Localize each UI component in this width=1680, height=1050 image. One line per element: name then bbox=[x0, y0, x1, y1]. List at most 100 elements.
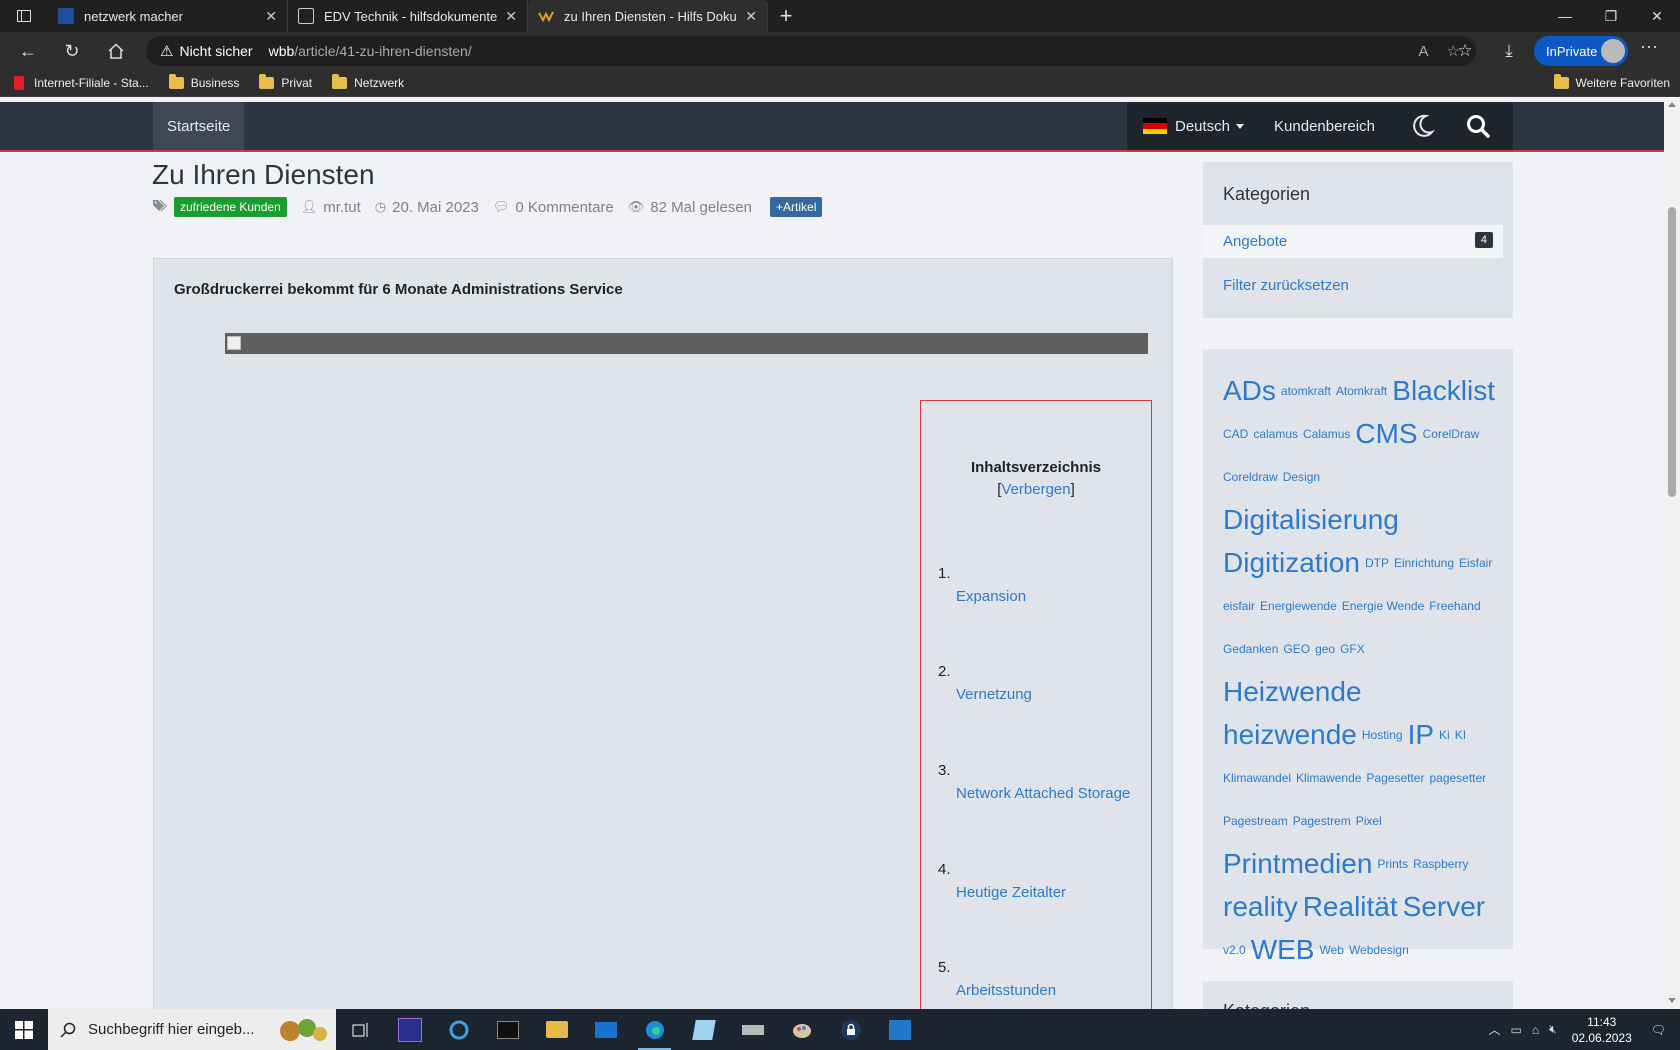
tag-link[interactable]: ADs bbox=[1223, 376, 1276, 405]
tag-link[interactable]: Ki bbox=[1439, 729, 1450, 741]
back-icon[interactable]: ← bbox=[6, 41, 50, 62]
tag-link[interactable]: Atomkraft bbox=[1336, 385, 1387, 397]
tag-link[interactable]: calamus bbox=[1253, 428, 1298, 440]
tag-link[interactable]: geo bbox=[1315, 643, 1335, 655]
toc-link[interactable]: Heutige Zeitalter bbox=[956, 884, 1066, 901]
tag-link[interactable]: Printmedien bbox=[1223, 849, 1372, 878]
tab-actions-icon[interactable] bbox=[0, 0, 48, 32]
clock[interactable]: 11:43 02.06.2023 bbox=[1572, 1014, 1632, 1046]
tag-link[interactable]: Klimawende bbox=[1296, 772, 1361, 784]
tag-link[interactable]: Digitization bbox=[1223, 548, 1360, 577]
restore-icon[interactable]: ❐ bbox=[1588, 0, 1634, 32]
scanner-icon[interactable] bbox=[728, 1009, 777, 1050]
tag-link[interactable]: Eisfair bbox=[1459, 557, 1492, 569]
tag-link[interactable]: CMS bbox=[1355, 419, 1417, 448]
tag-link[interactable]: Prints bbox=[1377, 858, 1408, 870]
tag-link[interactable]: Freehand bbox=[1429, 600, 1480, 612]
bookmark-folder[interactable]: Netzwerk bbox=[332, 74, 404, 90]
tag-link[interactable]: Klimawandel bbox=[1223, 772, 1291, 784]
read-aloud-icon[interactable]: A bbox=[1419, 43, 1429, 60]
browser-tab[interactable]: EDV Technik - hilfsdokumente.de ✕ bbox=[288, 0, 528, 32]
other-favorites[interactable]: Weitere Favoriten bbox=[1553, 74, 1670, 90]
cortana-icon[interactable] bbox=[434, 1009, 483, 1050]
tag-link[interactable]: Coreldraw bbox=[1223, 471, 1278, 483]
mail-icon[interactable] bbox=[581, 1009, 630, 1050]
tag-link[interactable]: CAD bbox=[1223, 428, 1248, 440]
home-icon[interactable] bbox=[94, 42, 138, 60]
tag-link[interactable]: GFX bbox=[1340, 643, 1365, 655]
tag-link[interactable]: Pagestream bbox=[1223, 815, 1288, 827]
toc-link[interactable]: Network Attached Storage bbox=[956, 785, 1130, 802]
article-comments[interactable]: 💬︎ 0 Kommentare bbox=[493, 199, 614, 216]
close-tab-icon[interactable]: ✕ bbox=[505, 8, 517, 25]
tag-link[interactable]: Digitalisierung bbox=[1223, 505, 1399, 534]
tag-link[interactable]: heizwende bbox=[1223, 720, 1357, 749]
language-selector[interactable]: Deutsch bbox=[1175, 118, 1245, 135]
tag-link[interactable]: Energie Wende bbox=[1342, 600, 1425, 612]
tag-link[interactable]: WEB bbox=[1251, 935, 1315, 964]
terminal-icon[interactable] bbox=[483, 1009, 532, 1050]
chevron-up-icon[interactable]: ︿ bbox=[1489, 1021, 1501, 1038]
edge-icon[interactable] bbox=[630, 1009, 679, 1050]
tag-link[interactable]: Heizwende bbox=[1223, 677, 1362, 706]
tag-link[interactable]: reality bbox=[1223, 892, 1298, 921]
customer-area-link[interactable]: Kundenbereich bbox=[1274, 118, 1375, 135]
category-item[interactable]: Angebote 4 bbox=[1203, 225, 1503, 258]
volume-muted-icon[interactable]: 🔇︎ bbox=[1549, 1022, 1557, 1037]
toc-link[interactable]: Expansion bbox=[956, 588, 1026, 605]
tag-link[interactable]: Raspberry bbox=[1413, 858, 1468, 870]
tag-link[interactable]: Pixel bbox=[1356, 815, 1382, 827]
scroll-down-icon[interactable] bbox=[1668, 998, 1676, 1003]
notepad-icon[interactable] bbox=[679, 1009, 728, 1050]
tag-link[interactable]: DTP bbox=[1365, 557, 1389, 569]
scroll-thumb[interactable] bbox=[1668, 207, 1676, 497]
network-icon[interactable]: ⌂ bbox=[1532, 1023, 1539, 1037]
inprivate-button[interactable]: InPrivate bbox=[1534, 36, 1628, 66]
tag-link[interactable]: Pagesetter bbox=[1366, 772, 1424, 784]
tag-link[interactable]: atomkraft bbox=[1281, 385, 1331, 397]
tag-link[interactable]: IP bbox=[1408, 720, 1434, 749]
tag-link[interactable]: Blacklist bbox=[1392, 376, 1495, 405]
tag-link[interactable]: Realität bbox=[1303, 892, 1398, 921]
new-tab-icon[interactable]: + bbox=[768, 0, 804, 32]
toc-hide-link[interactable]: Verbergen bbox=[1001, 481, 1070, 498]
bookmark-folder[interactable]: Privat bbox=[259, 74, 312, 90]
tag-link[interactable]: Energiewende bbox=[1260, 600, 1337, 612]
refresh-icon[interactable]: ↻ bbox=[50, 41, 94, 62]
more-icon[interactable]: ··· bbox=[1640, 36, 1658, 57]
favorites-icon[interactable]: ☆ bbox=[1450, 36, 1480, 66]
file-explorer-icon[interactable] bbox=[532, 1009, 581, 1050]
tag-badge[interactable]: zufriedene Kunden bbox=[174, 197, 287, 217]
tag-link[interactable]: Pagestrem bbox=[1293, 815, 1351, 827]
address-bar[interactable]: ⚠ Nicht sicher wbb /article/41-zu-ihren-… bbox=[146, 36, 1476, 66]
page-scrollbar[interactable] bbox=[1664, 97, 1680, 1009]
bookmark-item[interactable]: Internet-Filiale - Sta... bbox=[14, 76, 149, 90]
search-icon[interactable] bbox=[1465, 113, 1491, 139]
add-article-button[interactable]: +Artikel bbox=[770, 197, 823, 217]
tag-link[interactable]: Gedanken bbox=[1223, 643, 1278, 655]
browser-tab[interactable]: netzwerk macher ✕ bbox=[48, 0, 288, 32]
nav-home-link[interactable]: Startseite bbox=[153, 102, 245, 150]
downloads-icon[interactable]: ⤓ bbox=[1494, 36, 1524, 66]
tag-link[interactable]: CorelDraw bbox=[1423, 428, 1480, 440]
tag-link[interactable]: Webdesign bbox=[1349, 944, 1409, 956]
scroll-up-icon[interactable] bbox=[1668, 102, 1676, 107]
security-status[interactable]: Nicht sicher bbox=[179, 43, 252, 59]
warning-icon[interactable]: ⚠ bbox=[160, 42, 173, 60]
windows-start-icon[interactable] bbox=[0, 1009, 48, 1050]
tag-link[interactable]: Server bbox=[1403, 892, 1485, 921]
app-icon[interactable] bbox=[385, 1009, 434, 1050]
tag-link[interactable]: pagesetter bbox=[1429, 772, 1486, 784]
tag-link[interactable]: Hosting bbox=[1362, 729, 1403, 741]
minimize-icon[interactable]: — bbox=[1542, 0, 1588, 32]
vpn-lock-icon[interactable] bbox=[826, 1009, 875, 1050]
tag-link[interactable]: Calamus bbox=[1303, 428, 1350, 440]
photos-icon[interactable] bbox=[875, 1009, 924, 1050]
reset-filter-link[interactable]: Filter zurücksetzen bbox=[1223, 277, 1349, 294]
tag-link[interactable]: Web bbox=[1319, 944, 1343, 956]
tag-link[interactable]: KI bbox=[1455, 729, 1466, 741]
tag-link[interactable]: Design bbox=[1283, 471, 1320, 483]
browser-tab-active[interactable]: zu Ihren Diensten - Hilfs Dokume ✕ bbox=[528, 0, 768, 32]
close-tab-icon[interactable]: ✕ bbox=[745, 8, 757, 25]
toc-link[interactable]: Arbeitsstunden bbox=[956, 982, 1056, 999]
